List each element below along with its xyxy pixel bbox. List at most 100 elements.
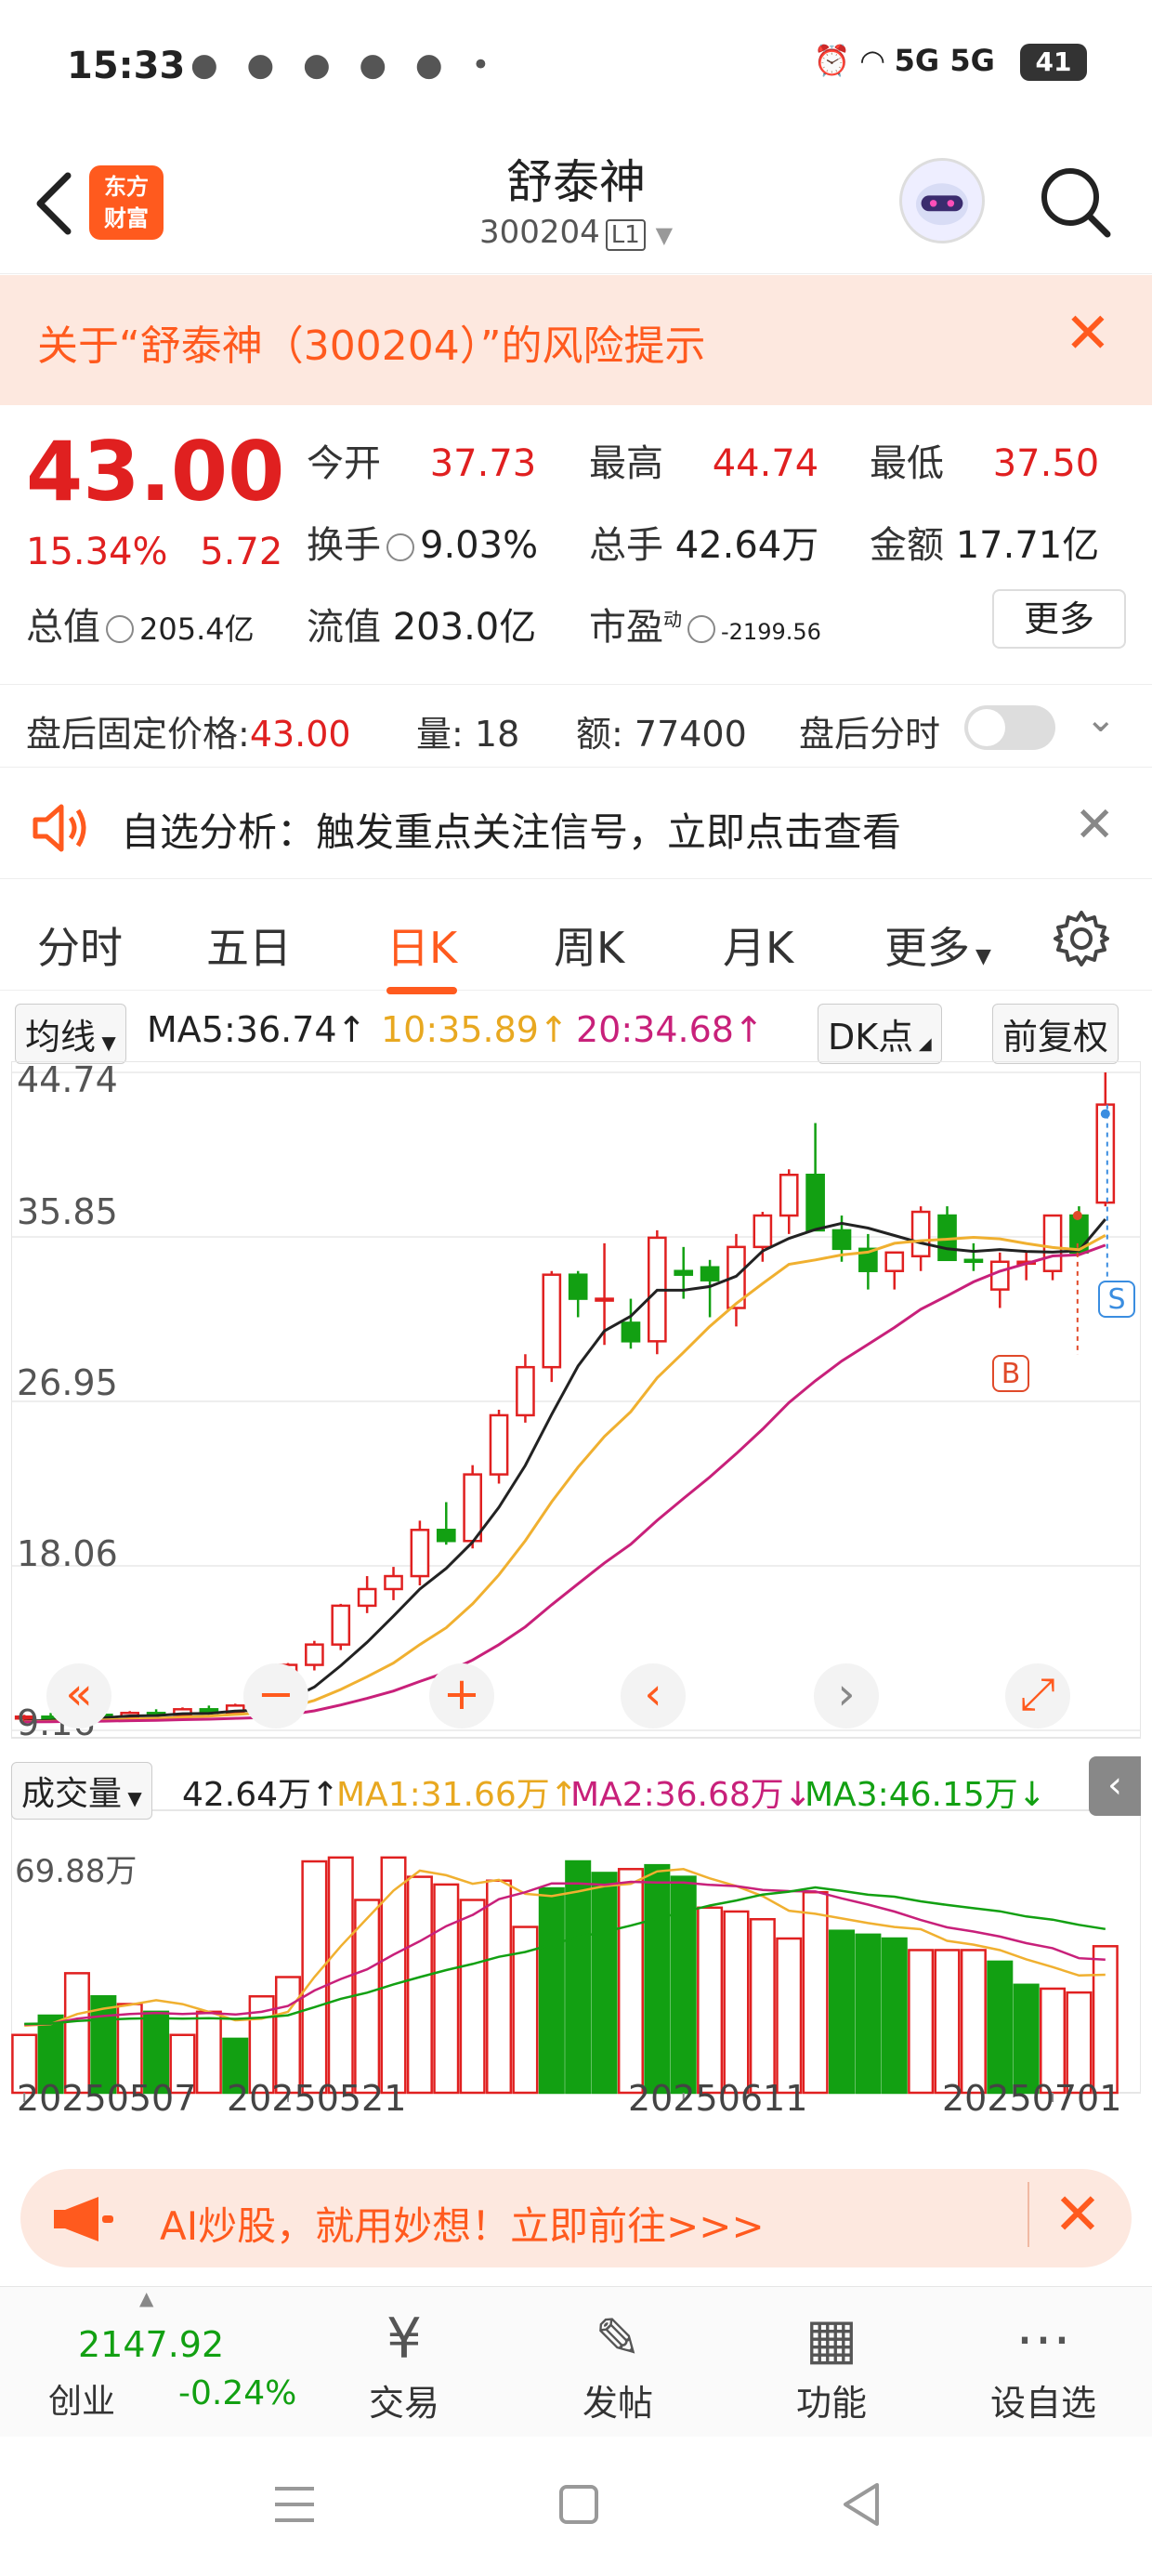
caret-down-icon: ▼ (96, 1032, 116, 1054)
close-icon[interactable]: ✕ (1065, 301, 1111, 366)
candle-body (489, 1413, 509, 1476)
amount-value: 17.71亿 (955, 524, 1100, 567)
close-icon[interactable]: ✕ (1028, 2182, 1102, 2247)
candle-body (805, 1173, 825, 1232)
volume-bar (934, 1949, 961, 2095)
volume-bar (697, 1906, 724, 2095)
ai-promo-banner[interactable]: AI炒股，就用妙想！立即前往>>> ✕ (20, 2169, 1132, 2267)
tab-more[interactable]: 更多 ▼ (884, 914, 991, 976)
low-value: 37.50 (992, 442, 1100, 485)
index-value[interactable]: 2147.92 (78, 2324, 224, 2365)
nav-add-watchlist-label: 设自选 (989, 2383, 1096, 2424)
risk-warning-banner[interactable]: 关于“舒泰神（300204）”的风险提示 ✕ (0, 275, 1152, 405)
adjust-button[interactable]: 前复权 (992, 1004, 1119, 1064)
dk-point-button[interactable]: DK点 ◢ (818, 1004, 942, 1064)
kline-svg[interactable] (11, 1061, 1141, 2147)
back-arrow-icon[interactable] (26, 162, 82, 245)
volume-bar (881, 1937, 908, 2095)
tab-timeshare[interactable]: 分时 (37, 914, 123, 976)
info-icon[interactable] (106, 615, 134, 643)
mktcap-label: 总值 (26, 606, 100, 649)
chevron-down-icon[interactable]: ⌄ (1085, 698, 1117, 741)
level-badge: L1 (605, 219, 646, 251)
more-button[interactable]: 更多 (992, 589, 1126, 649)
info-icon[interactable] (386, 533, 414, 561)
zoom-in-icon[interactable]: + (429, 1663, 494, 1728)
nav-post[interactable]: ✎ 发帖 (548, 2304, 687, 2425)
low-label: 最低 (870, 442, 944, 485)
open-value: 37.73 (429, 442, 537, 485)
logo-line1: 东方 (104, 174, 149, 200)
nav-functions[interactable]: ▦ 功能 (762, 2304, 901, 2425)
collapse-left-icon[interactable]: « (46, 1663, 111, 1728)
volume-bar (617, 1868, 644, 2095)
search-icon[interactable] (1033, 160, 1117, 243)
home-icon[interactable] (557, 2483, 600, 2526)
volume-selector[interactable]: 成交量 ▼ (11, 1762, 152, 1820)
tab-five-day[interactable]: 五日 (206, 914, 292, 976)
sell-dot (1100, 1109, 1110, 1119)
after-hours-toggle[interactable] (964, 705, 1055, 750)
y-tick-label: 18.06 (17, 1533, 118, 1574)
scroll-right-icon[interactable]: › (814, 1663, 879, 1728)
index-change[interactable]: -0.24% (178, 2374, 296, 2412)
nav-trade[interactable]: ¥ 交易 (334, 2304, 474, 2425)
analysis-banner[interactable]: 自选分析：触发重点关注信号，立即点击查看 ✕ (0, 777, 1152, 879)
wifi-icon: ◠ (860, 43, 884, 78)
kline-chart[interactable]: 44.74 35.85 26.95 18.06 9.16 « − + ‹ › ⤢… (11, 1059, 1141, 2147)
candle-body (463, 1473, 482, 1543)
turnover-cell[interactable]: 换手 9.03% (307, 515, 538, 569)
mktcap-value: 205.4亿 (139, 611, 255, 647)
sell-marker[interactable]: S (1098, 1281, 1135, 1318)
volume-bar (380, 1856, 407, 2095)
candle-body (436, 1529, 456, 1543)
settings-gear-icon[interactable] (1052, 909, 1111, 968)
alarm-icon: ⏰ (813, 43, 851, 78)
candle-body (963, 1258, 984, 1264)
tab-monthly-k[interactable]: 月K (723, 914, 793, 976)
assistant-avatar-icon[interactable] (899, 158, 985, 243)
candle-body (384, 1574, 403, 1591)
ma-legend: 均线 ▼ MA5:36.74↑ 10:35.89↑ 20:34.68↑ DK点 … (0, 994, 1152, 1064)
back-icon[interactable] (840, 2481, 883, 2528)
after-amt-label: 额: (576, 714, 623, 755)
pe-value: -2199.56 (721, 619, 821, 645)
indicator-selector[interactable]: 均线 ▼ (15, 1004, 126, 1064)
fullscreen-icon[interactable]: ⤢ (1005, 1663, 1070, 1728)
buy-marker[interactable]: B (992, 1355, 1029, 1392)
vol-value: 42.64万↑ (182, 1776, 340, 1814)
megaphone-icon (54, 2197, 113, 2241)
index-name[interactable]: 创业 (48, 2374, 115, 2423)
nav-add-watchlist[interactable]: ⋯ 设自选 (974, 2304, 1113, 2425)
info-icon[interactable] (687, 615, 715, 643)
close-icon[interactable]: ✕ (1074, 797, 1115, 853)
pe-cell[interactable]: 市盈动 -2199.56 (589, 597, 821, 651)
tab-weekly-k[interactable]: 周K (554, 914, 624, 976)
volume-bar (828, 1929, 856, 2095)
logo-line2: 财富 (104, 205, 149, 231)
tab-daily-k[interactable]: 日K (386, 914, 458, 994)
stock-code-row[interactable]: 300204 L1 ▼ (390, 214, 762, 251)
pe-label: 市盈 (589, 606, 663, 649)
ma20-value: 20:34.68↑ (576, 1009, 764, 1050)
caret-down-icon: ▼ (655, 222, 674, 248)
mktcap-cell[interactable]: 总值 205.4亿 (26, 597, 255, 651)
zoom-out-icon[interactable]: − (243, 1663, 308, 1728)
date-label: 20250507 (17, 2078, 197, 2119)
candle-body (357, 1587, 377, 1608)
caret-up-icon: ▲ (139, 2287, 154, 2309)
float-label: 流值 (307, 606, 381, 649)
ma5-line (24, 1218, 1106, 1723)
scroll-left-icon[interactable]: ‹ (621, 1663, 686, 1728)
after-hours-row: 盘后固定价格:43.00 量: 18 额: 77400 盘后分时 ⌄ (0, 684, 1152, 768)
nav-post-label: 发帖 (582, 2383, 653, 2424)
candle-body (989, 1260, 1010, 1291)
candle-body (331, 1604, 351, 1646)
volume-bar (354, 1899, 381, 2095)
candle-body (595, 1297, 614, 1302)
eastmoney-logo[interactable]: 东方 财富 (89, 165, 164, 240)
grid-icon: ▦ (805, 2307, 858, 2372)
menu-icon[interactable] (271, 2483, 318, 2526)
candle-body (910, 1210, 931, 1258)
collapse-panel-icon[interactable]: ‹ (1089, 1756, 1141, 1816)
